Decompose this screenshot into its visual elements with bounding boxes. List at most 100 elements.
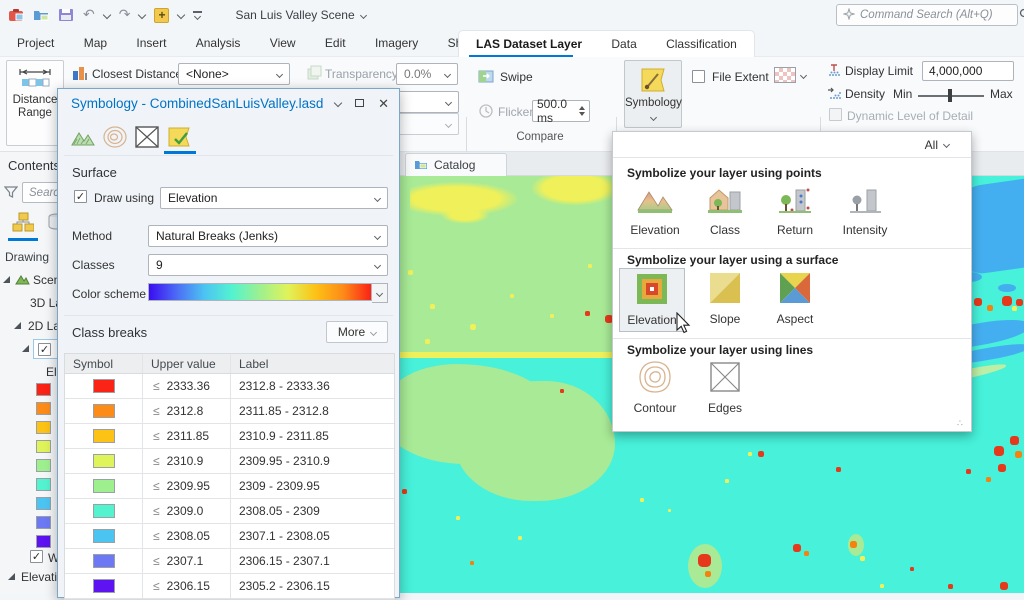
flyout-item-surface-aspect[interactable]: Aspect <box>763 271 827 326</box>
file-extent-color-swatch[interactable] <box>774 67 796 83</box>
edges-symbology-tab-icon[interactable] <box>134 125 160 152</box>
save-project-icon[interactable] <box>58 7 74 23</box>
file-extent-checkbox[interactable] <box>692 70 705 83</box>
redo-button[interactable]: ↷ <box>119 7 131 23</box>
upper-value[interactable]: 2310.9 <box>167 454 204 468</box>
scene-expander-icon[interactable] <box>3 276 10 283</box>
upper-value[interactable]: 2306.15 <box>167 579 210 593</box>
display-limit-input[interactable] <box>922 61 1014 81</box>
class-symbol-swatch[interactable] <box>93 554 115 568</box>
upper-value[interactable]: 2333.36 <box>167 379 210 393</box>
window-close-icon[interactable]: ✕ <box>378 97 389 110</box>
transparency-dropdown[interactable]: 0.0% <box>396 63 458 85</box>
las-layer-expander-icon[interactable] <box>22 345 29 352</box>
class-break-row[interactable]: ≤2309.952309 - 2309.95 <box>65 474 394 499</box>
draw-using-checkbox[interactable] <box>74 190 87 203</box>
class-break-row[interactable]: ≤2306.152305.2 - 2306.15 <box>65 574 394 599</box>
class-label[interactable]: 2305.2 - 2306.15 <box>239 579 330 593</box>
draw-using-dropdown[interactable]: Elevation <box>160 187 388 209</box>
file-extent-swatch-dropdown-icon[interactable] <box>800 72 807 79</box>
tab-las-dataset-layer[interactable]: LAS Dataset Layer <box>463 31 595 57</box>
window-maximize-icon[interactable] <box>355 99 364 107</box>
class-label[interactable]: 2310.9 - 2311.85 <box>239 429 329 443</box>
las-layer-checkbox[interactable] <box>38 343 51 356</box>
2d-layers-expander-icon[interactable] <box>14 322 21 329</box>
color-scheme-dropdown-button[interactable] <box>372 283 388 303</box>
drawing-order-tab-icon[interactable] <box>12 212 34 235</box>
upper-value[interactable]: 2308.05 <box>167 529 210 543</box>
command-search-input[interactable] <box>860 9 1014 21</box>
surface-symbology-tab-icon[interactable] <box>166 125 192 152</box>
class-symbol-swatch[interactable] <box>93 479 115 493</box>
class-break-row[interactable]: ≤2311.852310.9 - 2311.85 <box>65 424 394 449</box>
classes-dropdown[interactable]: 9 <box>148 254 388 276</box>
command-search[interactable] <box>836 4 1018 26</box>
flyout-item-points-return[interactable]: Return <box>763 184 827 237</box>
redo-dropdown-icon[interactable] <box>138 11 146 19</box>
tab-imagery[interactable]: Imagery <box>362 30 431 56</box>
filter-icon[interactable] <box>4 185 18 202</box>
color-scheme-ramp[interactable] <box>148 283 372 301</box>
more-button[interactable]: More <box>326 321 388 343</box>
window-collapse-icon[interactable] <box>334 99 342 107</box>
upper-value[interactable]: 2307.1 <box>167 554 204 568</box>
distance-range-button[interactable]: Distance Range <box>6 60 64 146</box>
class-label[interactable]: 2309.95 - 2310.9 <box>239 454 330 468</box>
class-label[interactable]: 2312.8 - 2333.36 <box>239 379 330 393</box>
flyout-item-lines-contour[interactable]: Contour <box>623 360 687 415</box>
tab-classification[interactable]: Classification <box>653 31 750 57</box>
add-data-dropdown-icon[interactable] <box>177 11 185 19</box>
upper-value[interactable]: 2309.95 <box>167 479 210 493</box>
class-break-row[interactable]: ≤2309.02308.05 - 2309 <box>65 499 394 524</box>
class-break-row[interactable]: ≤2308.052307.1 - 2308.05 <box>65 524 394 549</box>
tab-insert[interactable]: Insert <box>123 30 179 56</box>
new-project-icon[interactable] <box>8 7 24 23</box>
scene-title[interactable]: San Luis Valley Scene <box>235 8 365 22</box>
w-layer-checkbox[interactable] <box>30 550 43 563</box>
symbology-window-titlebar[interactable]: Symbology - CombinedSanLuisValley.lasd ✕ <box>58 89 399 117</box>
tab-data[interactable]: Data <box>598 31 649 57</box>
upper-value[interactable]: 2312.8 <box>167 404 204 418</box>
class-label[interactable]: 2306.15 - 2307.1 <box>239 554 330 568</box>
add-data-button[interactable]: + <box>154 8 169 23</box>
catalog-view-tab[interactable]: Catalog <box>405 153 507 176</box>
points-symbology-tab-icon[interactable] <box>70 125 96 152</box>
class-label[interactable]: 2308.05 - 2309 <box>239 504 320 518</box>
customize-qat-icon[interactable] <box>193 11 202 19</box>
class-break-row[interactable]: ≤2310.92309.95 - 2310.9 <box>65 449 394 474</box>
contour-symbology-tab-icon[interactable] <box>102 125 128 152</box>
symbology-button[interactable]: Symbology <box>624 60 682 128</box>
flyout-item-points-class[interactable]: Class <box>693 184 757 237</box>
upper-value[interactable]: 2311.85 <box>167 429 210 443</box>
elevation-group-expander-icon[interactable] <box>8 573 15 580</box>
upper-value[interactable]: 2309.0 <box>167 504 204 518</box>
flyout-item-points-elevation[interactable]: Elevation <box>623 184 687 237</box>
class-symbol-swatch[interactable] <box>93 379 115 393</box>
flyout-item-surface-slope[interactable]: Slope <box>693 271 757 326</box>
class-symbol-swatch[interactable] <box>93 529 115 543</box>
class-break-row[interactable]: ≤2312.82311.85 - 2312.8 <box>65 399 394 424</box>
flyout-resize-grip[interactable]: ∴ <box>957 418 964 429</box>
class-symbol-swatch[interactable] <box>93 579 115 593</box>
undo-button[interactable]: ↶ <box>83 7 95 23</box>
class-symbol-swatch[interactable] <box>93 429 115 443</box>
tab-map[interactable]: Map <box>71 30 120 56</box>
method-dropdown[interactable]: Natural Breaks (Jenks) <box>148 225 388 247</box>
tab-view[interactable]: View <box>257 30 309 56</box>
search-icon[interactable] <box>1019 8 1024 23</box>
tab-analysis[interactable]: Analysis <box>183 30 254 56</box>
class-symbol-swatch[interactable] <box>93 404 115 418</box>
swipe-label[interactable]: Swipe <box>500 70 533 84</box>
flyout-filter[interactable]: All <box>613 132 971 158</box>
flyout-item-points-intensity[interactable]: Intensity <box>833 184 897 237</box>
tab-edit[interactable]: Edit <box>312 30 359 56</box>
flyout-item-lines-edges[interactable]: Edges <box>693 360 757 415</box>
class-break-row[interactable]: ≤2333.362312.8 - 2333.36 <box>65 374 394 399</box>
class-break-row[interactable]: ≤2307.12306.15 - 2307.1 <box>65 549 394 574</box>
open-project-icon[interactable] <box>33 7 49 23</box>
closest-distance-dropdown[interactable]: <None> <box>178 63 290 85</box>
flicker-duration-spinner[interactable]: 500.0 ms <box>532 100 590 122</box>
density-slider-handle[interactable] <box>948 89 952 102</box>
undo-dropdown-icon[interactable] <box>102 11 110 19</box>
class-symbol-swatch[interactable] <box>93 504 115 518</box>
